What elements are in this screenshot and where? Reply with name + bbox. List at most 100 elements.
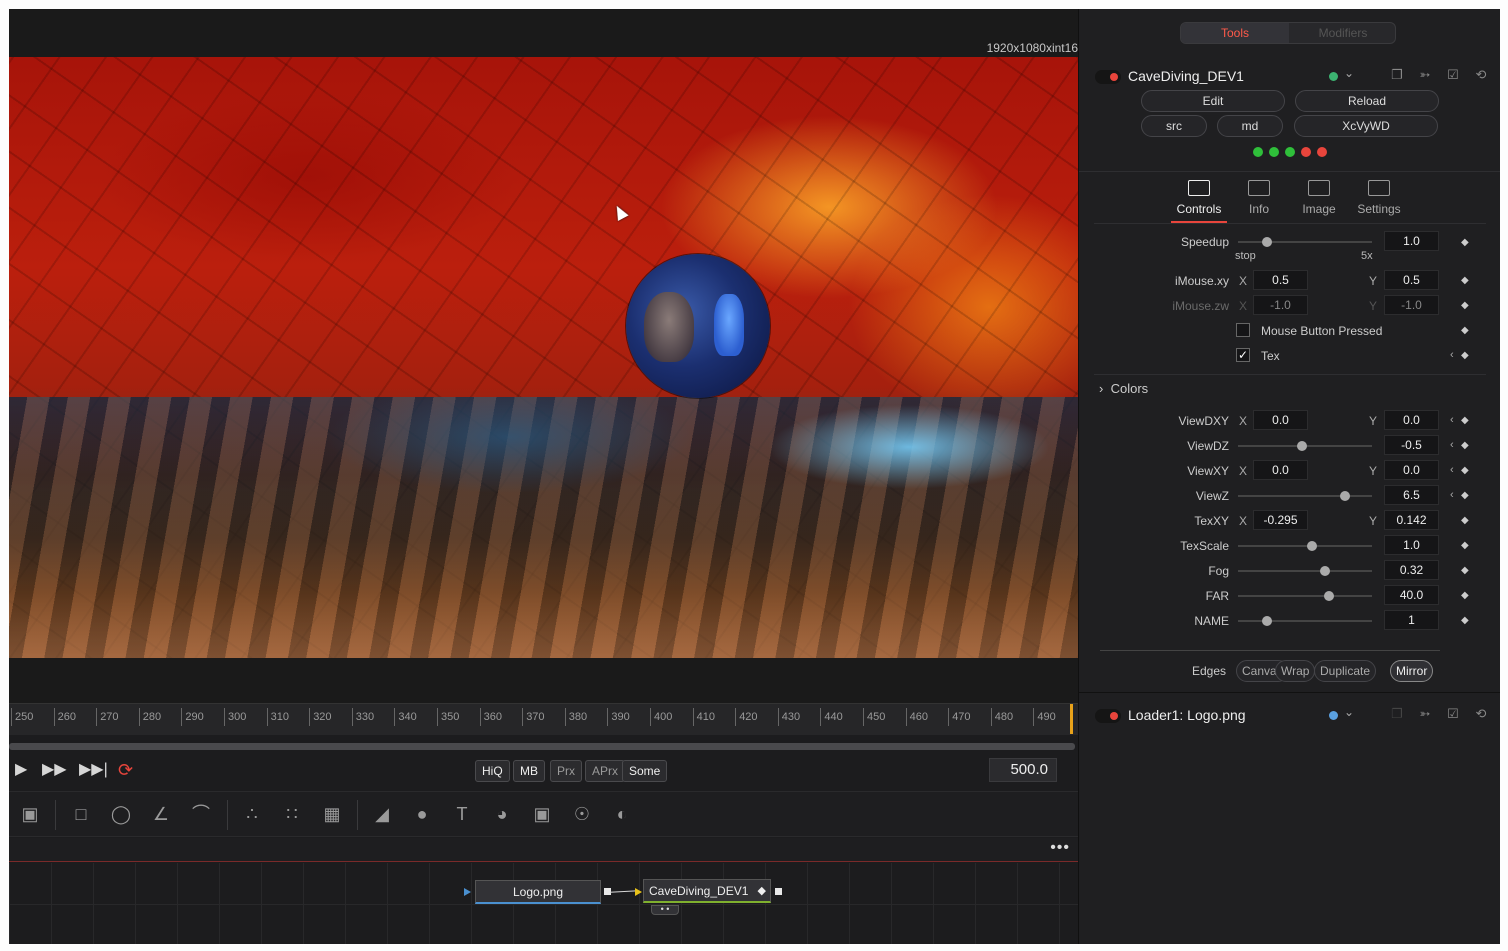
slider-knob[interactable] xyxy=(1297,441,1308,451)
viewz-field[interactable]: 6.5 xyxy=(1384,485,1439,505)
motion-blur-button[interactable]: MB xyxy=(513,760,545,782)
pipe-router-icon[interactable]: ▦ xyxy=(319,801,345,827)
keyframe-diamond-icon[interactable]: ◆ xyxy=(1461,515,1469,526)
playhead[interactable] xyxy=(1070,704,1073,734)
node-expand-icon[interactable]: ◆ xyxy=(758,880,766,902)
keyframe-diamond-icon[interactable]: ◆ xyxy=(1461,237,1469,248)
keyframe-diamond-icon[interactable]: ◆ xyxy=(1461,490,1469,501)
speedup-field[interactable]: 1.0 xyxy=(1384,231,1439,251)
slider-knob[interactable] xyxy=(1262,616,1273,626)
node-enable-toggle[interactable] xyxy=(1095,709,1121,723)
reload-button[interactable]: Reload xyxy=(1295,90,1439,112)
more-options-button[interactable]: ••• xyxy=(1050,840,1070,856)
reset-icon[interactable]: ⟲ xyxy=(1473,706,1489,722)
pin-icon[interactable]: ➳ xyxy=(1417,67,1433,83)
time-ruler[interactable]: 250 260 270 280 290 300 310 320 330 340 350 360 370 3… xyxy=(9,703,1078,735)
viewz-slider[interactable] xyxy=(1238,491,1372,501)
tab-tools[interactable]: Tools xyxy=(1181,23,1289,43)
shader-id-button[interactable]: XcVyWD xyxy=(1294,115,1438,137)
tex-checkbox[interactable]: ✓ xyxy=(1236,348,1250,362)
hiq-button[interactable]: HiQ xyxy=(475,760,510,782)
mouse-button-pressed-checkbox[interactable] xyxy=(1236,323,1250,337)
viewdxy-x-field[interactable]: 0.0 xyxy=(1253,410,1308,430)
tab-modifiers[interactable]: Modifiers xyxy=(1289,23,1395,43)
reset-icon[interactable]: ⟲ xyxy=(1473,67,1489,83)
colors-section-toggle[interactable]: › Colors xyxy=(1099,381,1148,396)
prev-keyframe-icon[interactable]: ‹ xyxy=(1450,489,1454,501)
name-slider[interactable] xyxy=(1238,616,1372,626)
keyframe-diamond-icon[interactable]: ◆ xyxy=(1461,350,1469,361)
tab-info[interactable]: Info xyxy=(1231,177,1287,223)
slider-knob[interactable] xyxy=(1340,491,1351,501)
imouse-xy-x-field[interactable]: 0.5 xyxy=(1253,270,1308,290)
keyframe-diamond-icon[interactable]: ◆ xyxy=(1461,275,1469,286)
prev-keyframe-icon[interactable]: ‹ xyxy=(1450,464,1454,476)
node-input-handles[interactable]: • • xyxy=(651,905,679,915)
node-color-dot[interactable] xyxy=(1329,711,1338,720)
lock-icon[interactable]: ☑ xyxy=(1445,67,1461,83)
node-cavediving[interactable]: CaveDiving_DEV1 ◆ xyxy=(643,879,771,903)
camera-3d-icon[interactable]: ◐ xyxy=(609,801,635,827)
speedup-slider[interactable] xyxy=(1238,237,1372,247)
node-header-cavediving[interactable]: CaveDiving_DEV1 ⌄ ❐ ➳ ☑ ⟲ xyxy=(1079,62,1500,92)
particle-emitter-icon[interactable]: ∴ xyxy=(239,801,265,827)
keyframe-diamond-icon[interactable]: ◆ xyxy=(1461,590,1469,601)
version-icon[interactable]: ❐ xyxy=(1389,67,1405,83)
play-icon[interactable]: ▶ xyxy=(15,762,27,778)
texscale-field[interactable]: 1.0 xyxy=(1384,535,1439,555)
current-frame-field[interactable]: 500.0 xyxy=(989,758,1057,782)
chevron-down-icon[interactable]: ⌄ xyxy=(1344,705,1354,719)
imouse-xy-y-field[interactable]: 0.5 xyxy=(1384,270,1439,290)
image-plane-3d-icon[interactable]: ◢ xyxy=(369,801,395,827)
rectangle-icon[interactable]: □ xyxy=(68,801,94,827)
node-editor[interactable]: Logo.png CaveDiving_DEV1 ◆ • • xyxy=(9,863,1078,944)
keyframe-diamond-icon[interactable]: ◆ xyxy=(1461,465,1469,476)
edges-option-wrap[interactable]: Wrap xyxy=(1275,660,1316,682)
polygon-icon[interactable]: ∠ xyxy=(148,801,174,827)
keyframe-diamond-icon[interactable]: ◆ xyxy=(1461,615,1469,626)
viewdz-field[interactable]: -0.5 xyxy=(1384,435,1439,455)
node-header-loader[interactable]: Loader1: Logo.png ⌄ ❐ ➳ ☑ ⟲ xyxy=(1079,701,1500,731)
point-light-icon[interactable]: ☉ xyxy=(569,801,595,827)
node-enable-toggle[interactable] xyxy=(1095,70,1121,84)
far-field[interactable]: 40.0 xyxy=(1384,585,1439,605)
keyframe-diamond-icon[interactable]: ◆ xyxy=(1461,325,1469,336)
merge-3d-icon[interactable]: ◕ xyxy=(489,801,515,827)
slider-knob[interactable] xyxy=(1262,237,1273,247)
viewdxy-y-field[interactable]: 0.0 xyxy=(1384,410,1439,430)
version-icon[interactable]: ❐ xyxy=(1389,706,1405,722)
texxy-x-field[interactable]: -0.295 xyxy=(1253,510,1308,530)
keyframe-diamond-icon[interactable]: ◆ xyxy=(1461,540,1469,551)
fog-field[interactable]: 0.32 xyxy=(1384,560,1439,580)
bspline-icon[interactable]: ⌒ xyxy=(188,801,214,827)
tab-image[interactable]: Image xyxy=(1291,177,1347,223)
prev-keyframe-icon[interactable]: ‹ xyxy=(1450,349,1454,361)
fast-forward-icon[interactable]: ▶▶ xyxy=(42,762,67,778)
keyframe-diamond-icon[interactable]: ◆ xyxy=(1461,440,1469,451)
pin-icon[interactable]: ➳ xyxy=(1417,706,1433,722)
edit-button[interactable]: Edit xyxy=(1141,90,1285,112)
tab-controls[interactable]: Controls xyxy=(1171,177,1227,223)
fog-slider[interactable] xyxy=(1238,566,1372,576)
imouse-zw-y-field[interactable]: -1.0 xyxy=(1384,295,1439,315)
node-color-dot[interactable] xyxy=(1329,72,1338,81)
chevron-down-icon[interactable]: ⌄ xyxy=(1344,66,1354,80)
node-logo-png[interactable]: Logo.png xyxy=(475,880,601,904)
slider-knob[interactable] xyxy=(1320,566,1331,576)
selective-update-button[interactable]: Some xyxy=(622,760,668,782)
imouse-zw-x-field[interactable]: -1.0 xyxy=(1253,295,1308,315)
text-3d-icon[interactable]: T xyxy=(449,801,475,827)
texxy-y-field[interactable]: 0.142 xyxy=(1384,510,1439,530)
slider-knob[interactable] xyxy=(1324,591,1335,601)
auto-proxy-button[interactable]: APrx xyxy=(585,760,626,782)
keyframe-diamond-icon[interactable]: ◆ xyxy=(1461,300,1469,311)
timeline-scrollbar[interactable] xyxy=(9,743,1075,750)
loop-icon[interactable]: ⟳ xyxy=(118,761,133,779)
md-button[interactable]: md xyxy=(1217,115,1283,137)
viewxy-y-field[interactable]: 0.0 xyxy=(1384,460,1439,480)
slider-knob[interactable] xyxy=(1306,541,1317,551)
edges-option-duplicate[interactable]: Duplicate xyxy=(1314,660,1377,682)
far-slider[interactable] xyxy=(1238,591,1372,601)
viewdz-slider[interactable] xyxy=(1238,441,1372,451)
prev-keyframe-icon[interactable]: ‹ xyxy=(1450,439,1454,451)
